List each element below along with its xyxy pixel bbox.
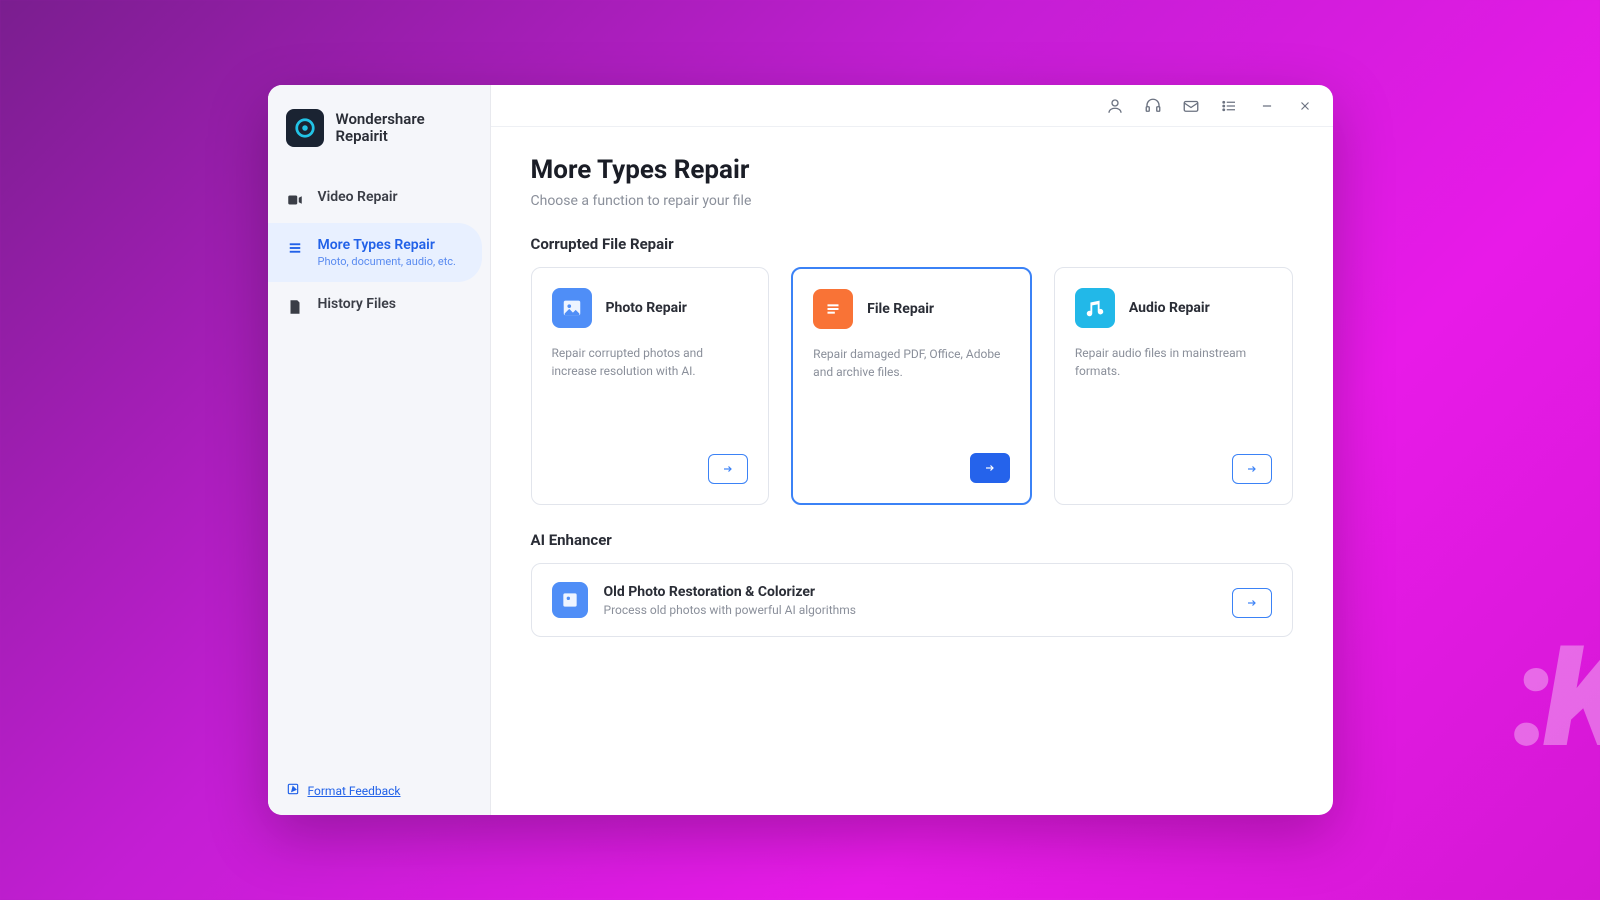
page-subtitle: Choose a function to repair your file	[531, 193, 1293, 209]
titlebar	[491, 85, 1333, 127]
sidebar-item-history[interactable]: History Files	[268, 282, 490, 330]
menu-icon[interactable]	[1219, 96, 1239, 116]
music-icon	[1075, 288, 1115, 328]
restore-icon	[552, 582, 588, 618]
card-title: Old Photo Restoration & Colorizer	[604, 584, 856, 600]
close-icon[interactable]	[1295, 96, 1315, 116]
mail-icon[interactable]	[1181, 96, 1201, 116]
sidebar: Wondershare Repairit Video Repair More T…	[268, 85, 491, 815]
photo-icon	[552, 288, 592, 328]
card-desc: Process old photos with powerful AI algo…	[604, 603, 856, 617]
watermark: :K	[1512, 616, 1600, 780]
card-desc: Repair audio files in mainstream formats…	[1075, 344, 1272, 380]
card-title: Audio Repair	[1129, 300, 1210, 316]
cards-row: Photo Repair Repair corrupted photos and…	[531, 267, 1293, 505]
user-icon[interactable]	[1105, 96, 1125, 116]
minimize-icon[interactable]	[1257, 96, 1277, 116]
sidebar-footer[interactable]: Format Feedback	[268, 766, 490, 815]
card-file-repair[interactable]: File Repair Repair damaged PDF, Office, …	[791, 267, 1032, 505]
document-icon	[813, 289, 853, 329]
video-icon	[286, 191, 304, 209]
card-old-photo-restoration[interactable]: Old Photo Restoration & Colorizer Proces…	[531, 563, 1293, 637]
arrow-button[interactable]	[708, 454, 748, 484]
brand-name: Wondershare Repairit	[336, 111, 425, 146]
edit-icon	[286, 782, 300, 799]
arrow-button[interactable]	[970, 453, 1010, 483]
brand: Wondershare Repairit	[268, 85, 490, 175]
arrow-button[interactable]	[1232, 454, 1272, 484]
sidebar-item-label: Video Repair	[318, 189, 398, 205]
card-photo-repair[interactable]: Photo Repair Repair corrupted photos and…	[531, 267, 770, 505]
sidebar-item-sublabel: Photo, document, audio, etc.	[318, 255, 456, 268]
card-desc: Repair damaged PDF, Office, Adobe and ar…	[813, 345, 1010, 381]
content: More Types Repair Choose a function to r…	[491, 127, 1333, 665]
headset-icon[interactable]	[1143, 96, 1163, 116]
card-title: Photo Repair	[606, 300, 687, 316]
arrow-button[interactable]	[1232, 588, 1272, 618]
app-window: Wondershare Repairit Video Repair More T…	[268, 85, 1333, 815]
sidebar-item-video-repair[interactable]: Video Repair	[268, 175, 490, 223]
card-desc: Repair corrupted photos and increase res…	[552, 344, 749, 380]
main: More Types Repair Choose a function to r…	[491, 85, 1333, 815]
page-title: More Types Repair	[531, 155, 1293, 185]
format-feedback-link[interactable]: Format Feedback	[308, 784, 401, 798]
sidebar-item-label: History Files	[318, 296, 397, 312]
section-title-ai: AI Enhancer	[531, 531, 1293, 549]
sidebar-item-label: More Types Repair	[318, 237, 456, 253]
card-title: File Repair	[867, 301, 934, 317]
nav: Video Repair More Types Repair Photo, do…	[268, 175, 490, 766]
file-icon	[286, 298, 304, 316]
section-title-corrupted: Corrupted File Repair	[531, 235, 1293, 253]
list-icon	[286, 239, 304, 257]
card-audio-repair[interactable]: Audio Repair Repair audio files in mains…	[1054, 267, 1293, 505]
sidebar-item-more-types[interactable]: More Types Repair Photo, document, audio…	[268, 223, 482, 282]
brand-logo-icon	[286, 109, 324, 147]
